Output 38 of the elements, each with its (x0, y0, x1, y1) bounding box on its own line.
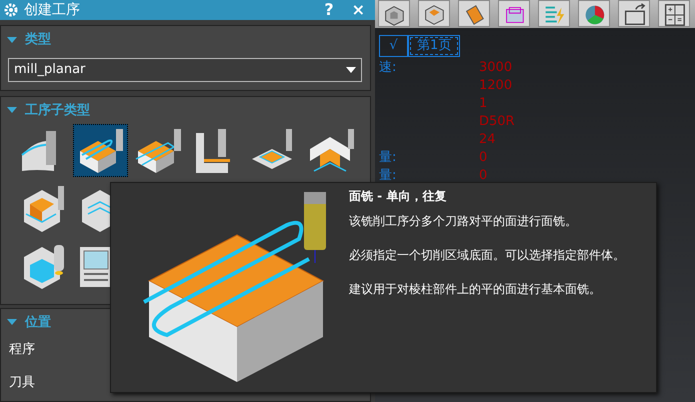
tooltip-text: 建议用于对棱柱部件上的平的面进行基本面铣。 (349, 281, 602, 298)
param-label: 量: (379, 148, 398, 167)
param-value: 0 (479, 166, 488, 185)
param-label: 量: (379, 166, 398, 185)
tooltip-text: 该铣削工序分多个刀路对平的面进行面铣。 (349, 213, 578, 230)
type-dropdown[interactable]: mill_planar (8, 58, 362, 82)
settings-icon (4, 3, 18, 17)
toolbar-button[interactable] (658, 0, 690, 27)
param-value: 1 (479, 94, 488, 113)
close-button[interactable]: × (346, 1, 371, 19)
param-value: 0 (479, 148, 488, 167)
section-header[interactable]: 位置 (25, 312, 51, 332)
collapse-icon[interactable] (7, 319, 17, 326)
collapse-icon[interactable] (7, 107, 17, 114)
caret-icon (346, 66, 356, 72)
tooltip-title: 面铣 - 单向，往复 (349, 188, 448, 205)
tooltip-text: 必须指定一个切削区域底面。可以选择指定部件体。 (349, 247, 625, 264)
param-value: 3000 (479, 58, 512, 77)
operation-subtype-button[interactable] (73, 124, 128, 177)
toolbar-button[interactable] (378, 0, 410, 27)
toolbar-button[interactable] (418, 0, 450, 27)
collapse-icon[interactable] (7, 36, 17, 43)
param-value: D50R (479, 112, 515, 131)
section-header[interactable]: 工序子类型 (25, 100, 90, 120)
param-value: 1200 (479, 76, 512, 95)
field-label: 刀具 (8, 374, 36, 392)
dialog-title: 创建工序 (24, 0, 81, 20)
toolbar-button[interactable] (498, 0, 530, 27)
section-header[interactable]: 类型 (25, 30, 51, 50)
toolbar-button[interactable] (618, 0, 650, 27)
toolbar-button[interactable] (578, 0, 610, 27)
toolbar-button[interactable] (458, 0, 490, 27)
check-mark: √ (379, 35, 408, 56)
help-button[interactable]: ? (318, 1, 340, 19)
page-tab[interactable]: 第1页 (408, 35, 460, 56)
param-value: 24 (479, 130, 496, 149)
param-label: 速: (379, 58, 398, 77)
field-label: 程序 (8, 341, 36, 359)
